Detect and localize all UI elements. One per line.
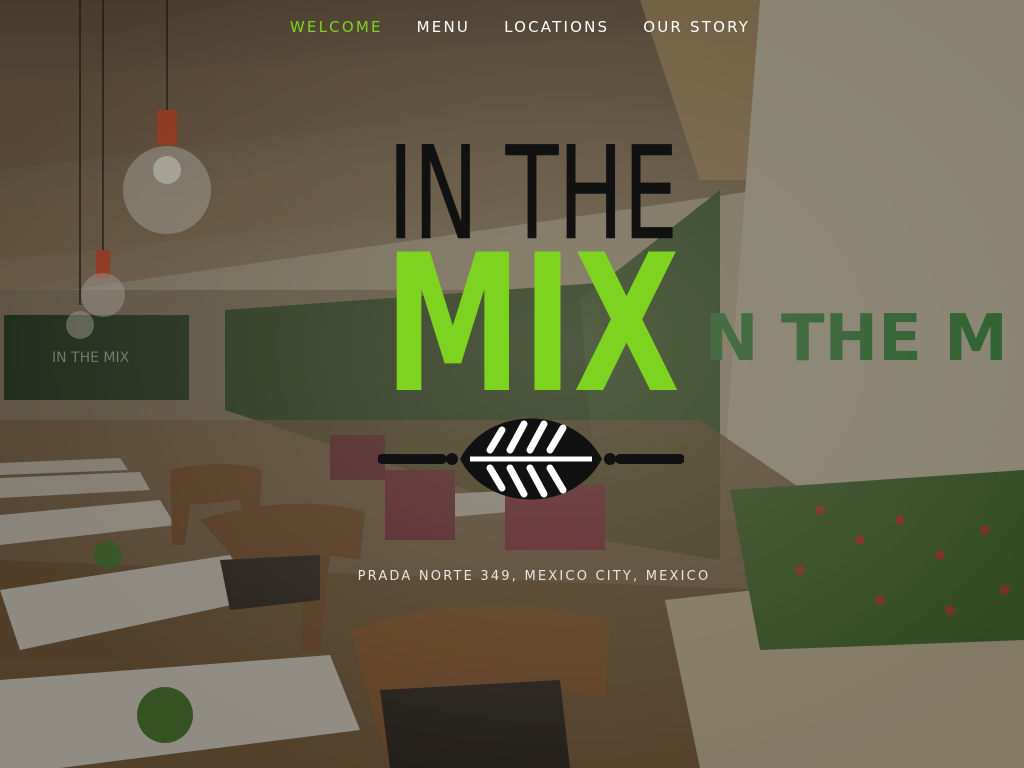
hero-section: IN THE MIX N THE M <box>0 0 1024 768</box>
address-text: PRADA NORTE 349, MEXICO CITY, MEXICO <box>357 569 711 584</box>
leaf-icon <box>378 418 684 500</box>
nav-menu[interactable]: MENU <box>417 16 470 38</box>
logo-line-mix: MIX <box>384 240 680 400</box>
logo-line-in-the: IN THE <box>388 134 679 252</box>
logo-line2-text: MIX <box>384 240 680 400</box>
nav-welcome[interactable]: WELCOME <box>290 16 383 38</box>
nav-locations[interactable]: LOCATIONS <box>504 16 609 38</box>
logo-line1-text: IN THE <box>388 134 678 252</box>
nav-our-story[interactable]: OUR STORY <box>643 16 750 38</box>
main-nav: WELCOME MENU LOCATIONS OUR STORY <box>0 16 1024 38</box>
